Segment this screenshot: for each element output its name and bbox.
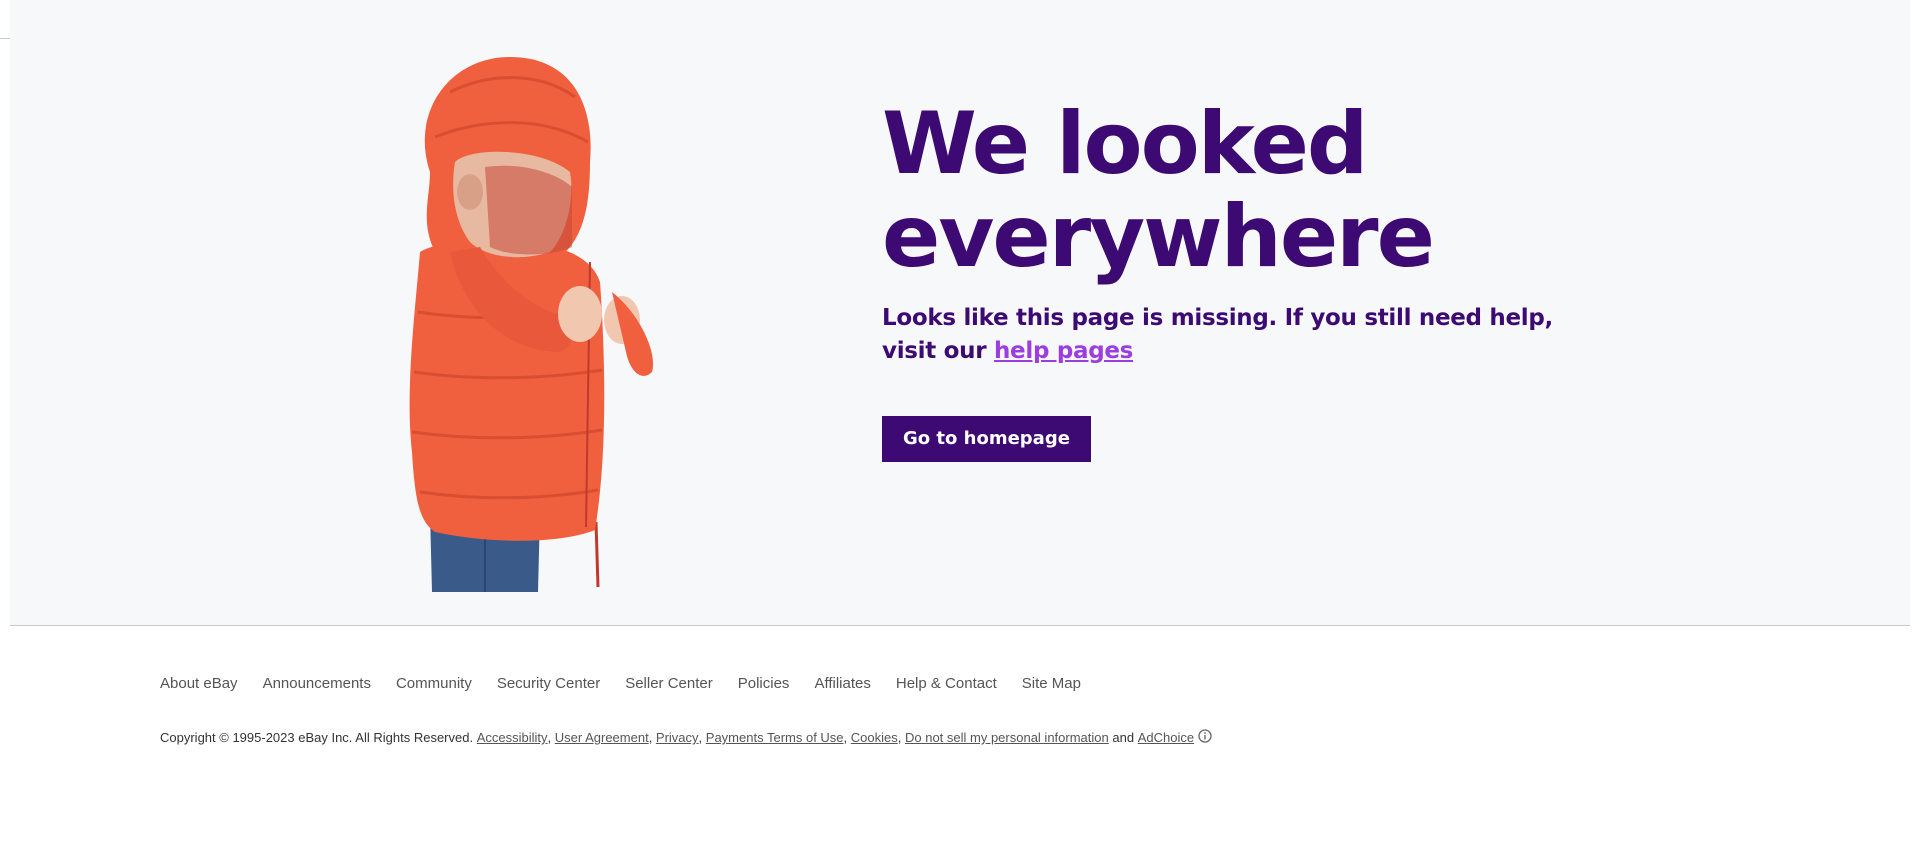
footer-link-site-map[interactable]: Site Map bbox=[1022, 675, 1081, 692]
info-circle-icon[interactable] bbox=[1198, 729, 1212, 746]
footer-nav: About eBay Announcements Community Secur… bbox=[160, 675, 1760, 692]
copyright-line: Copyright © 1995-2023 eBay Inc. All Righ… bbox=[160, 729, 1760, 746]
go-to-homepage-button[interactable]: Go to homepage bbox=[882, 416, 1091, 462]
page-title-line-1: We looked bbox=[882, 94, 1368, 194]
cookies-link[interactable]: Cookies bbox=[851, 730, 898, 745]
footer-link-policies[interactable]: Policies bbox=[738, 675, 790, 692]
footer-link-help-contact[interactable]: Help & Contact bbox=[896, 675, 997, 692]
help-pages-link[interactable]: help pages bbox=[994, 338, 1133, 364]
child-in-jacket-illustration bbox=[409, 57, 654, 592]
and-text: and bbox=[1112, 730, 1135, 745]
footer-link-security-center[interactable]: Security Center bbox=[497, 675, 600, 692]
footer-link-community[interactable]: Community bbox=[396, 675, 472, 692]
privacy-link[interactable]: Privacy bbox=[656, 730, 699, 745]
site-footer: About eBay Announcements Community Secur… bbox=[160, 675, 1760, 746]
missing-page-text: Looks like this page is missing. If you … bbox=[882, 305, 1553, 364]
payments-terms-link[interactable]: Payments Terms of Use bbox=[706, 730, 844, 745]
top-divider bbox=[0, 38, 10, 39]
accessibility-link[interactable]: Accessibility bbox=[477, 730, 548, 745]
footer-link-seller-center[interactable]: Seller Center bbox=[625, 675, 713, 692]
adchoice-link[interactable]: AdChoice bbox=[1138, 730, 1194, 745]
page-title: We looked everywhere bbox=[882, 98, 1582, 284]
footer-link-announcements[interactable]: Announcements bbox=[263, 675, 371, 692]
footer-link-affiliates[interactable]: Affiliates bbox=[814, 675, 870, 692]
page-title-line-2: everywhere bbox=[882, 187, 1435, 287]
do-not-sell-link[interactable]: Do not sell my personal information bbox=[905, 730, 1109, 745]
user-agreement-link[interactable]: User Agreement bbox=[555, 730, 649, 745]
hero-text-block: We looked everywhere Looks like this pag… bbox=[882, 98, 1582, 462]
footer-link-about-ebay[interactable]: About eBay bbox=[160, 675, 238, 692]
missing-page-message: Looks like this page is missing. If you … bbox=[882, 302, 1582, 368]
error-hero: We looked everywhere Looks like this pag… bbox=[10, 0, 1910, 626]
copyright-text: Copyright © 1995-2023 eBay Inc. All Righ… bbox=[160, 730, 474, 745]
